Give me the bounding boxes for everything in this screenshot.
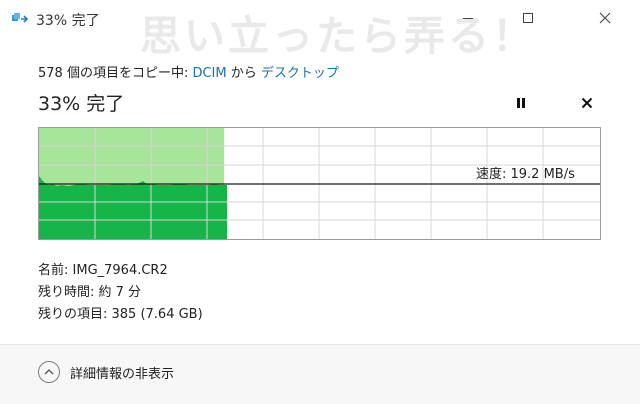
source-folder-link[interactable]: DCIM (192, 66, 226, 81)
copy-description: 578 個の項目をコピー中: DCIM から デスクトップ (38, 62, 339, 81)
close-icon (599, 12, 611, 24)
speed-label: 速度: 19.2 MB/s (476, 167, 575, 182)
copy-description-connector: から (226, 66, 261, 81)
cancel-button[interactable] (573, 89, 601, 117)
maximize-icon (523, 13, 533, 23)
maximize-button[interactable] (508, 4, 548, 32)
speed-graph-canvas (39, 128, 600, 239)
window-title: 33% 完了 (36, 13, 100, 29)
time-remaining-text: 残り時間: 約 7 分 (38, 285, 142, 300)
destination-folder-link[interactable]: デスクトップ (261, 66, 339, 81)
pause-button[interactable] (507, 89, 535, 117)
minimize-icon (463, 18, 473, 19)
title-bar: 思い立ったら弄る！ 33% 完了 (0, 0, 640, 60)
cancel-icon (581, 97, 593, 109)
close-window-button[interactable] (585, 4, 625, 32)
chevron-up-icon (38, 361, 60, 383)
pause-icon (517, 98, 525, 108)
copy-description-prefix: 578 個の項目をコピー中: (38, 66, 193, 81)
items-remaining-text: 残りの項目: 385 (7.64 GB) (38, 307, 203, 322)
speed-graph (38, 127, 601, 240)
copy-progress-dialog: 思い立ったら弄る！ 33% 完了 578 個の項目をコピー中: DCIM から … (0, 0, 640, 404)
fewer-details-label: 詳細情報の非表示 (70, 366, 175, 382)
copy-arrow-icon (12, 11, 30, 25)
fewer-details-button[interactable]: 詳細情報の非表示 (38, 361, 174, 383)
progress-heading: 33% 完了 (38, 93, 125, 115)
file-name-text: 名前: IMG_7964.CR2 (38, 263, 168, 278)
minimize-button[interactable] (448, 4, 488, 32)
